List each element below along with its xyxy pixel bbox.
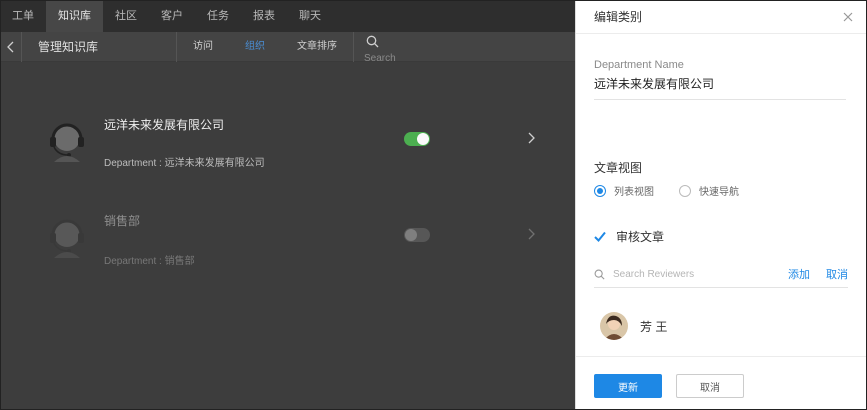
reviewer-name: 芳 王	[640, 319, 668, 334]
department-list: 远洋未来发展有限公司 Department : 远洋未来发展有限公司 销售部 D…	[0, 62, 575, 410]
nav-item-tasks[interactable]: 任务	[195, 0, 241, 32]
update-button[interactable]: 更新	[594, 374, 662, 398]
list-item[interactable]: 销售部 Department : 销售部	[0, 186, 575, 286]
chevron-right-icon[interactable]	[528, 132, 536, 144]
reviewer-search-input[interactable]	[613, 269, 773, 280]
nav-item-chat[interactable]: 聊天	[287, 0, 333, 32]
list-item-department: Department : 销售部	[104, 256, 195, 267]
panel-footer: 更新 取消	[576, 356, 867, 410]
radio-button[interactable]	[679, 184, 691, 197]
cancel-button[interactable]: 取消	[676, 374, 744, 398]
cancel-reviewer-link[interactable]: 取消	[826, 266, 848, 282]
radio-label: 快速导航	[699, 187, 739, 198]
review-articles-label: 审核文章	[616, 230, 665, 244]
headset-avatar-icon	[50, 219, 84, 258]
sub-header: 管理知识库 访问 组织 文章排序 Search	[0, 31, 575, 64]
nav-item-reports[interactable]: 报表	[241, 0, 287, 32]
page-title: 管理知识库	[38, 40, 99, 54]
nav-item-customers[interactable]: 客户	[149, 0, 195, 32]
checkmark-icon[interactable]	[594, 231, 606, 243]
tab-article-order[interactable]: 文章排序	[281, 32, 353, 62]
back-button[interactable]	[0, 31, 22, 62]
enable-toggle[interactable]	[404, 132, 430, 146]
radio-label: 列表视图	[614, 187, 654, 198]
chevron-right-icon[interactable]	[528, 228, 536, 240]
chevron-left-icon	[6, 41, 13, 52]
department-name-field[interactable]: 远洋未来发展有限公司	[594, 75, 846, 100]
review-articles-checkbox-row[interactable]: 审核文章	[594, 228, 664, 245]
list-item-name: 远洋未来发展有限公司	[104, 118, 225, 132]
list-item-name: 销售部	[104, 214, 141, 228]
search-icon	[366, 35, 379, 47]
radio-button[interactable]	[594, 184, 606, 197]
search-icon	[594, 269, 605, 280]
nav-item-community[interactable]: 社区	[103, 0, 149, 32]
nav-item-knowledge-base[interactable]: 知识库	[46, 0, 103, 32]
tab-access[interactable]: 访问	[176, 31, 229, 62]
add-reviewer-link[interactable]: 添加	[788, 266, 810, 282]
panel-header: 编辑类别	[576, 0, 867, 34]
avatar	[600, 312, 628, 340]
reviewer-item: 芳 王	[600, 312, 667, 340]
list-item[interactable]: 远洋未来发展有限公司 Department : 远洋未来发展有限公司	[0, 90, 575, 190]
department-name-label: Department Name	[594, 59, 684, 71]
subbar-search[interactable]: Search	[353, 31, 473, 64]
edit-category-panel: 编辑类别 Department Name 远洋未来发展有限公司 文章视图 列表视…	[575, 0, 867, 410]
panel-title: 编辑类别	[594, 10, 643, 24]
radio-list-view[interactable]: 列表视图	[594, 183, 654, 198]
radio-quick-nav[interactable]: 快速导航	[679, 183, 739, 198]
enable-toggle[interactable]	[404, 228, 430, 242]
nav-item-tickets[interactable]: 工单	[0, 0, 46, 32]
list-item-department: Department : 远洋未来发展有限公司	[104, 158, 265, 169]
headset-avatar-icon	[50, 123, 84, 162]
tab-organization[interactable]: 组织	[229, 32, 281, 62]
close-icon[interactable]	[841, 10, 855, 24]
article-view-label: 文章视图	[594, 161, 643, 175]
